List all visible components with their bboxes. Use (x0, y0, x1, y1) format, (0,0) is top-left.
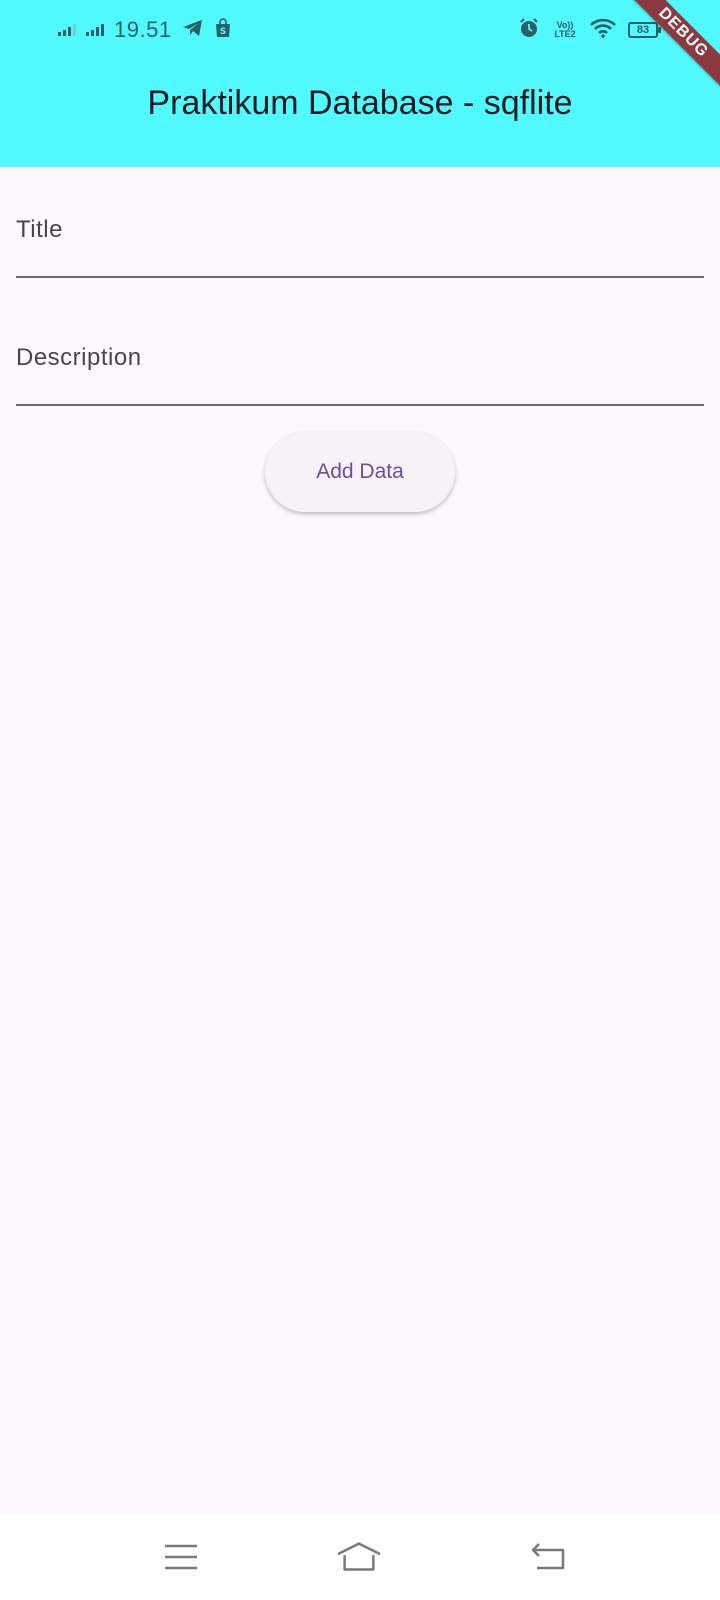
navigation-bar (0, 1514, 720, 1600)
status-left: 19.51 S (58, 14, 232, 46)
battery-icon: 83 (628, 22, 661, 38)
signal-icon (58, 24, 76, 36)
telegram-icon (182, 18, 204, 43)
add-data-button[interactable]: Add Data (265, 432, 455, 512)
volte-icon: Vo)) LTE2 (554, 20, 576, 39)
alarm-icon (518, 17, 540, 44)
title-input[interactable] (16, 206, 704, 276)
description-field[interactable] (16, 334, 704, 406)
app-header: 19.51 S Vo)) LTE2 83 DEBUG Praktikum Dat… (0, 0, 720, 167)
status-bar: 19.51 S Vo)) LTE2 83 (0, 0, 720, 60)
shopee-icon: S (214, 17, 232, 43)
menu-icon[interactable] (158, 1534, 204, 1580)
status-time: 19.51 (114, 17, 172, 42)
back-icon[interactable] (526, 1534, 572, 1580)
description-input[interactable] (16, 334, 704, 404)
app-bar-title: Praktikum Database - sqflite (147, 84, 573, 122)
signal-icon (86, 24, 104, 36)
title-field[interactable] (16, 206, 704, 278)
status-right: Vo)) LTE2 83 (518, 16, 661, 44)
svg-text:S: S (219, 27, 225, 37)
wifi-icon (590, 18, 616, 43)
home-icon[interactable] (336, 1534, 382, 1580)
